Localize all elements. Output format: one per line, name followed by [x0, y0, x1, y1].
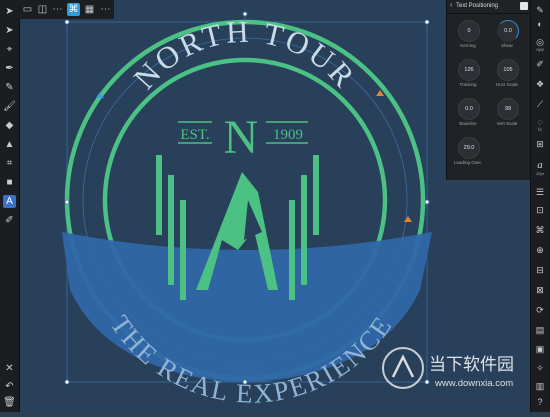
- symbols-icon[interactable]: ⊡: [533, 206, 547, 215]
- top-toolbar: ▭ ◫ ⋯ ⌘ ▦ ⋯: [19, 0, 114, 19]
- swatch-icon[interactable]: ❖: [533, 80, 547, 89]
- pen-panel-icon[interactable]: ✎: [533, 6, 547, 15]
- rotate-handle[interactable]: [242, 11, 248, 17]
- eyedropper-tool-icon[interactable]: ✐: [3, 214, 16, 227]
- font-size-label: 20pt: [535, 171, 544, 176]
- crop-tool-icon[interactable]: ⌗: [3, 157, 16, 170]
- history-icon[interactable]: ⟳: [533, 306, 547, 315]
- pen-tool-icon[interactable]: ✒: [3, 62, 16, 75]
- tracking-knob[interactable]: 126: [458, 59, 480, 81]
- resources-icon[interactable]: ▤: [533, 326, 547, 335]
- transform-icon[interactable]: ⊞: [533, 140, 547, 149]
- leading-label: Leading Over.: [453, 160, 483, 165]
- panel-header: ‹ Text Positioning: [447, 0, 531, 14]
- appearance-label: Ape: [535, 47, 544, 52]
- watermark-logo: 当下软件园 www.downxia.com: [382, 347, 514, 389]
- watermark: 当下软件园 www.downxia.com: [379, 343, 539, 393]
- document-icon[interactable]: ◫: [36, 3, 49, 16]
- horz-scale-knob[interactable]: 105: [497, 59, 519, 81]
- fill-tool-icon[interactable]: ◆: [3, 119, 16, 132]
- close-icon[interactable]: ✕: [3, 362, 16, 375]
- baseline-label: Baseline: [459, 121, 477, 126]
- handle-mid-right[interactable]: [424, 199, 430, 205]
- banner-ribbon: [62, 232, 432, 383]
- navigator-icon[interactable]: ⊕: [533, 246, 547, 255]
- shape-tool-icon[interactable]: ■: [3, 176, 16, 189]
- vert-scale-label: Vert Scale: [496, 121, 518, 126]
- shear-label: Shear: [500, 43, 513, 48]
- est-text: EST.: [180, 127, 209, 143]
- snapping-icon[interactable]: ⌘: [67, 3, 80, 16]
- trash-icon[interactable]: 🗑: [3, 396, 16, 409]
- handle-bottom-left[interactable]: [64, 379, 70, 385]
- handle-mid-left[interactable]: [64, 199, 70, 205]
- layers-icon[interactable]: ◐: [533, 20, 547, 29]
- brush-panel-icon[interactable]: ✐: [533, 60, 547, 69]
- character-icon[interactable]: ☰: [533, 188, 547, 197]
- watermark-brand: 当下软件园: [429, 355, 514, 375]
- help-icon[interactable]: ?: [533, 398, 547, 407]
- watermark-url: www.downxia.com: [434, 378, 513, 389]
- pin-icon[interactable]: [520, 2, 528, 10]
- text-tool-icon[interactable]: A: [3, 195, 16, 208]
- appearance-icon[interactable]: ◎ Ape: [533, 38, 547, 53]
- options-icon[interactable]: ⋯: [99, 3, 112, 16]
- leading-knob[interactable]: 29.0: [458, 137, 480, 159]
- handle-bottom-mid[interactable]: [242, 379, 248, 385]
- brush-tool-icon[interactable]: 🖌: [3, 100, 16, 113]
- more-icon[interactable]: ⋯: [51, 3, 64, 16]
- constraints-icon[interactable]: ⌘: [533, 226, 547, 235]
- shear-knob[interactable]: 0.0: [497, 20, 519, 42]
- handle-top-right[interactable]: [424, 19, 430, 25]
- chevron-left-icon[interactable]: ‹: [450, 2, 452, 9]
- handle-top-left[interactable]: [64, 19, 70, 25]
- tracking-label: Tracking: [459, 82, 477, 87]
- kerning-knob[interactable]: 0: [458, 20, 480, 42]
- text-style-icon[interactable]: a 20pt: [533, 160, 547, 177]
- transparency-tool-icon[interactable]: ▲: [3, 138, 16, 151]
- horz-scale-label: Horz Scale: [495, 82, 518, 87]
- effects-label: fx: [538, 127, 542, 132]
- node-tool-icon[interactable]: ➤: [3, 24, 16, 37]
- baseline-knob[interactable]: 0.0: [458, 98, 480, 120]
- effects-icon[interactable]: ◌ fx: [533, 118, 547, 133]
- menu-icon[interactable]: ▭: [21, 3, 34, 16]
- grid-icon[interactable]: ▦: [83, 3, 96, 16]
- snapping-panel-icon[interactable]: ⊠: [533, 286, 547, 295]
- vert-scale-knob[interactable]: 99: [497, 98, 519, 120]
- kerning-label: Kerning: [460, 43, 476, 48]
- panel-title: Text Positioning: [456, 3, 499, 9]
- logo-top-text: NORTH TOUR: [127, 14, 364, 96]
- left-toolbar: ➤ ➤ ⌖ ✒ ✎ 🖌 ◆ ▲ ⌗ ■ A ✐ ✕ ↶ 🗑: [0, 0, 20, 412]
- pencil-tool-icon[interactable]: ✎: [3, 81, 16, 94]
- move-tool-icon[interactable]: ➤: [3, 5, 16, 18]
- text-positioning-panel: ‹ Text Positioning 0 Kerning 0.0 Shear 1…: [446, 0, 531, 180]
- corner-tool-icon[interactable]: ⌖: [3, 43, 16, 56]
- undo-icon[interactable]: ↶: [3, 380, 16, 393]
- year-text: 1909: [273, 127, 303, 143]
- letter-n: N: [224, 111, 259, 164]
- align-icon[interactable]: ⊟: [533, 266, 547, 275]
- stroke-icon[interactable]: ⟋: [533, 100, 547, 109]
